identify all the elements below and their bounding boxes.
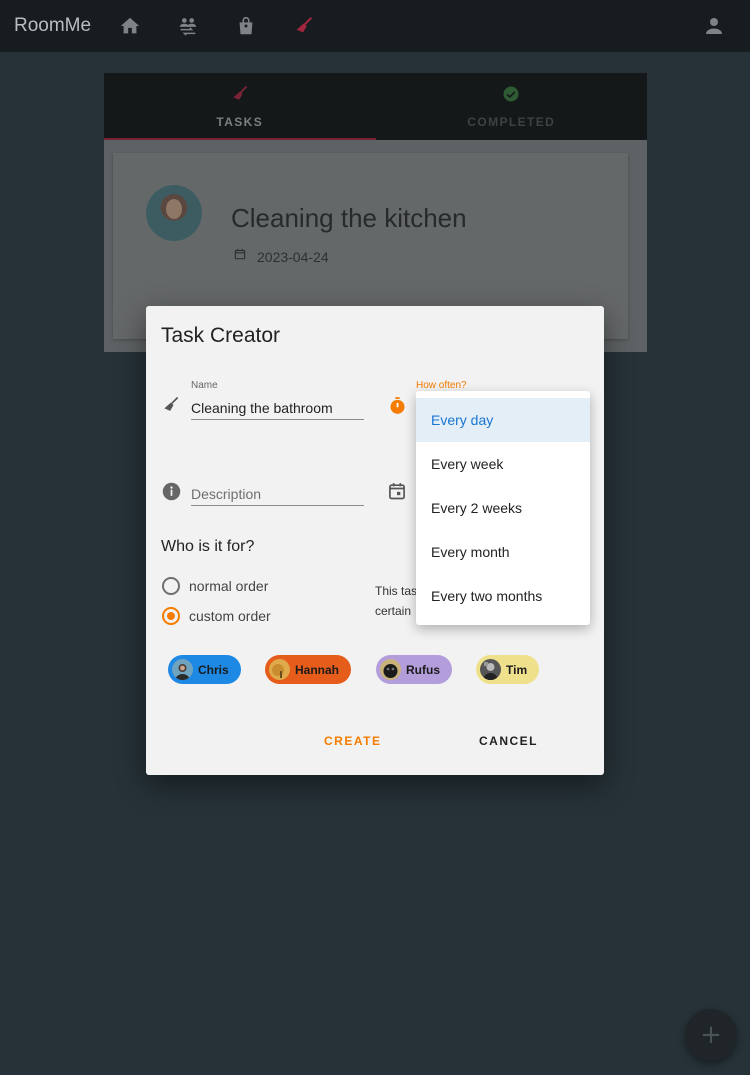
- shopping-bag-icon[interactable]: [234, 14, 258, 38]
- menu-item-every-two-months[interactable]: Every two months: [416, 574, 590, 618]
- tab-indicator: [104, 138, 376, 140]
- check-circle-icon: [501, 84, 521, 109]
- frequency-field-label: How often?: [416, 380, 467, 391]
- profile-icon[interactable]: [702, 14, 726, 38]
- tab-bar: TASKS COMPLETED: [104, 73, 647, 140]
- menu-item-every-month[interactable]: Every month: [416, 530, 590, 574]
- task-date-row: 2023-04-24: [233, 247, 329, 266]
- radio-custom-order[interactable]: custom order: [162, 607, 271, 625]
- avatar: [380, 659, 401, 680]
- avatar: [269, 659, 290, 680]
- frequency-menu: Every day Every week Every 2 weeks Every…: [416, 391, 590, 625]
- broom-icon: [160, 394, 182, 416]
- order-hint-text: certain: [375, 604, 412, 618]
- order-hint-text: This tas: [375, 584, 418, 598]
- avatar: [146, 185, 202, 241]
- menu-item-every-week[interactable]: Every week: [416, 442, 590, 486]
- tab-tasks[interactable]: TASKS: [104, 73, 376, 140]
- name-field-label: Name: [191, 380, 218, 391]
- name-field[interactable]: [191, 396, 364, 420]
- chip-label: Rufus: [406, 662, 440, 677]
- chip-label: Chris: [198, 662, 229, 677]
- task-date: 2023-04-24: [257, 248, 329, 265]
- assignee-section-title: Who is it for?: [161, 538, 255, 555]
- timer-icon: [386, 394, 408, 416]
- radio-label: normal order: [189, 578, 269, 594]
- assignee-chips: Chris Hannah Rufus Tim: [168, 655, 568, 684]
- radio-button[interactable]: [162, 577, 180, 595]
- radio-label: custom order: [189, 608, 271, 624]
- chip-tim[interactable]: Tim: [476, 655, 540, 684]
- chip-rufus[interactable]: Rufus: [376, 655, 452, 684]
- dialog-actions: CREATE CANCEL: [146, 734, 604, 750]
- description-field[interactable]: [191, 482, 364, 506]
- tab-label: TASKS: [216, 115, 264, 129]
- chip-label: Tim: [506, 662, 528, 677]
- menu-item-every-2-weeks[interactable]: Every 2 weeks: [416, 486, 590, 530]
- radio-normal-order[interactable]: normal order: [162, 577, 268, 595]
- roommates-icon[interactable]: [176, 14, 200, 38]
- chip-hannah[interactable]: Hannah: [265, 655, 352, 684]
- broom-icon: [230, 84, 250, 109]
- calendar-icon: [233, 247, 247, 266]
- chip-chris[interactable]: Chris: [168, 655, 241, 684]
- task-title: Cleaning the kitchen: [231, 203, 467, 233]
- home-icon[interactable]: [118, 14, 142, 38]
- menu-item-every-day[interactable]: Every day: [416, 398, 590, 442]
- avatar: [172, 659, 193, 680]
- tab-completed[interactable]: COMPLETED: [376, 73, 648, 140]
- date-picker-icon[interactable]: [386, 480, 408, 502]
- app-title[interactable]: RoomMe: [14, 15, 104, 37]
- dialog-title: Task Creator: [161, 324, 281, 347]
- radio-button[interactable]: [162, 607, 180, 625]
- chip-label: Hannah: [295, 662, 340, 677]
- create-button[interactable]: CREATE: [324, 734, 381, 748]
- tab-label: COMPLETED: [467, 115, 556, 129]
- app-bar: RoomMe: [0, 0, 750, 52]
- avatar: [480, 659, 501, 680]
- broom-icon[interactable]: [292, 14, 316, 38]
- info-icon: [160, 480, 182, 502]
- cancel-button[interactable]: CANCEL: [479, 734, 538, 748]
- add-task-button[interactable]: +: [685, 1009, 737, 1061]
